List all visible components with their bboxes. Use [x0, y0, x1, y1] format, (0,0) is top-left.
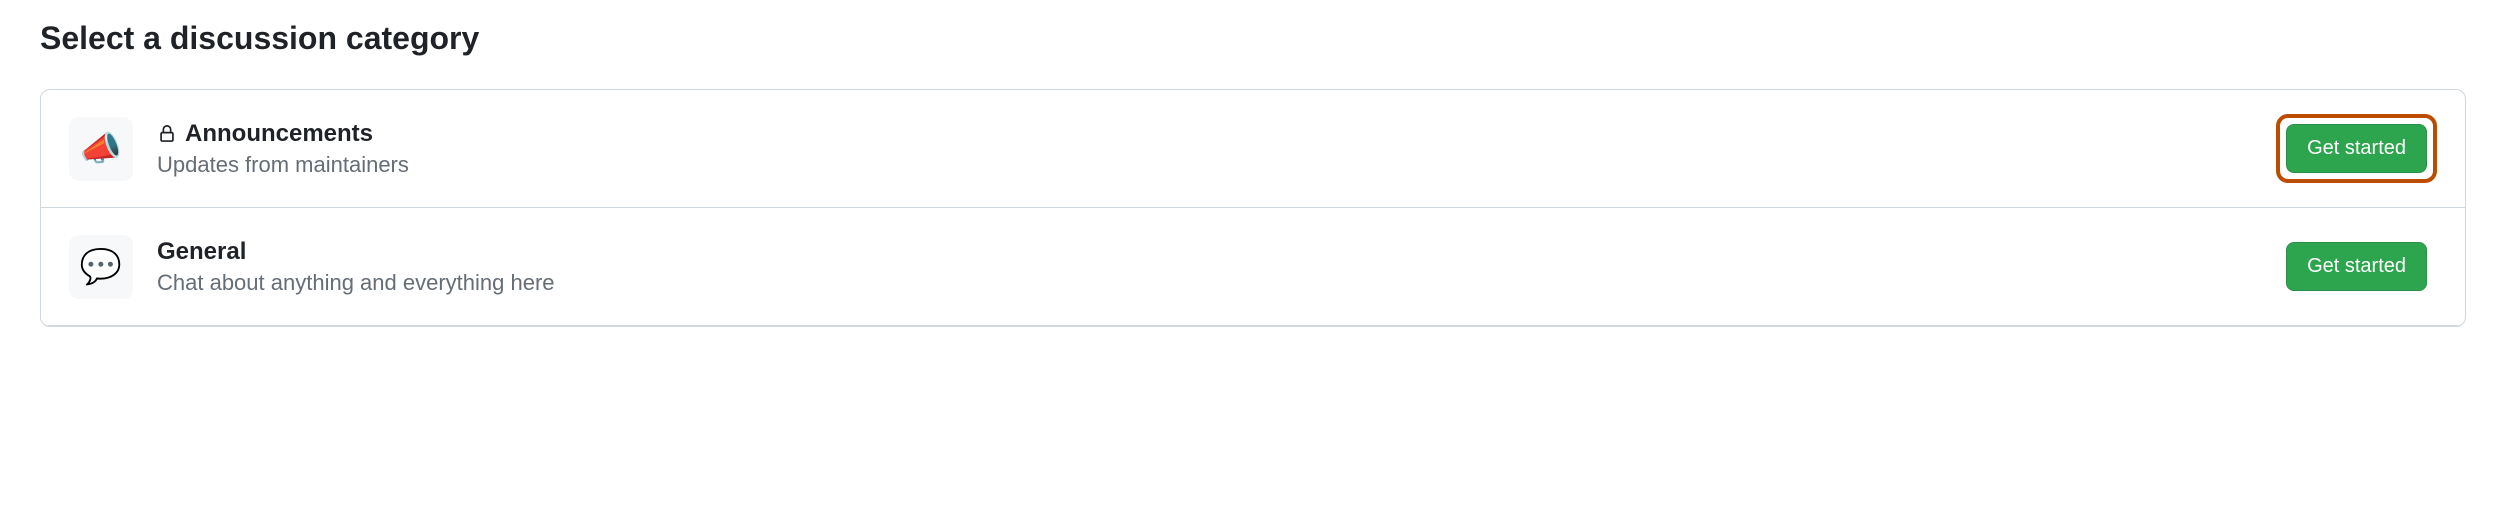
megaphone-icon: 📣 — [69, 117, 133, 181]
get-started-button[interactable]: Get started — [2286, 124, 2427, 173]
lock-icon — [157, 124, 177, 144]
category-description: Chat about anything and everything here — [157, 270, 2252, 296]
category-row-general: 💬 General Chat about anything and everyt… — [41, 208, 2465, 326]
category-info: Announcements Updates from maintainers — [157, 120, 2252, 178]
button-wrap: Get started — [2276, 232, 2437, 301]
category-row-announcements: 📣 Announcements Updates from maintainers… — [41, 90, 2465, 208]
highlight-outline: Get started — [2276, 114, 2437, 183]
get-started-button[interactable]: Get started — [2286, 242, 2427, 291]
page-title: Select a discussion category — [40, 20, 2466, 57]
category-info: General Chat about anything and everythi… — [157, 238, 2252, 296]
category-title-line: Announcements — [157, 120, 2252, 148]
category-name: General — [157, 238, 246, 266]
category-description: Updates from maintainers — [157, 152, 2252, 178]
category-title-line: General — [157, 238, 2252, 266]
speech-bubble-icon: 💬 — [69, 235, 133, 299]
category-list: 📣 Announcements Updates from maintainers… — [40, 89, 2466, 327]
category-name: Announcements — [185, 120, 373, 148]
